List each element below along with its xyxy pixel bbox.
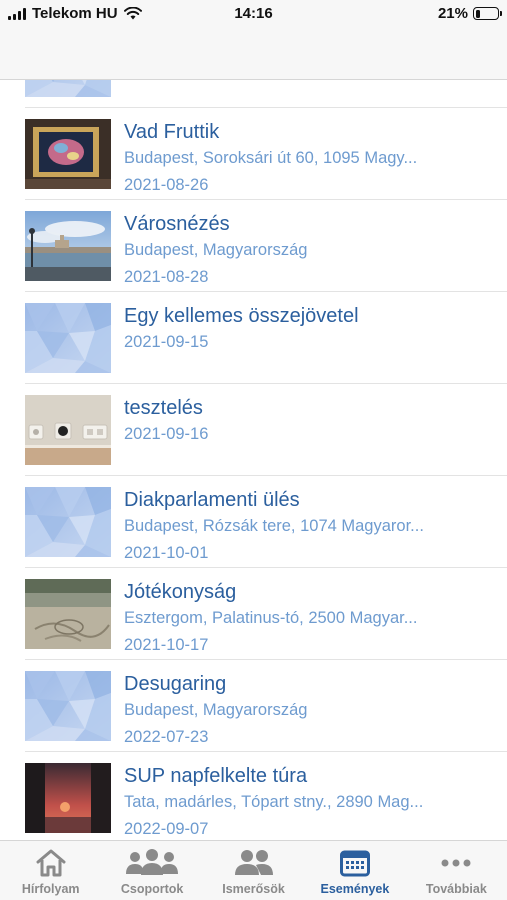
event-thumbnail-photo xyxy=(25,395,111,465)
event-thumbnail-placeholder xyxy=(25,487,111,557)
event-thumbnail-placeholder xyxy=(25,671,111,741)
event-title: Diakparlamenti ülés xyxy=(124,489,300,511)
event-thumbnail-photo xyxy=(25,211,111,281)
event-row-egy-kellemes-osszejovetel[interactable]: Egy kellemes összejövetel 2021-09-15 xyxy=(0,292,507,384)
event-row[interactable] xyxy=(0,80,507,108)
more-icon xyxy=(441,848,471,878)
event-date: 2021-08-26 xyxy=(124,176,209,194)
tab-label: Hírfolyam xyxy=(21,882,80,896)
event-date: 2021-09-16 xyxy=(124,425,209,443)
event-thumbnail-placeholder xyxy=(25,80,111,97)
event-thumbnail-photo xyxy=(25,119,111,189)
tab-csoportok[interactable]: Csoportok xyxy=(101,841,202,900)
tab-label: Ismerősök xyxy=(222,882,285,896)
battery-info: 21% xyxy=(437,5,502,22)
event-row-desugaring[interactable]: Desugaring Budapest, Magyarország 2022-0… xyxy=(0,660,507,752)
event-title: tesztelés xyxy=(124,397,203,419)
event-list[interactable]: Vad Fruttik Budapest, Soroksári út 60, 1… xyxy=(0,80,507,840)
home-icon xyxy=(34,848,68,878)
event-location: Tata, madárles, Tópart stny., 2890 Mag..… xyxy=(124,793,424,811)
event-thumbnail-photo xyxy=(25,763,111,833)
event-row-teszteles[interactable]: tesztelés 2021-09-16 xyxy=(0,384,507,476)
groups-icon xyxy=(125,848,179,878)
event-row-jotekonysag[interactable]: Jótékonyság Esztergom, Palatinus-tó, 250… xyxy=(0,568,507,660)
event-row-vad-fruttik[interactable]: Vad Fruttik Budapest, Soroksári út 60, 1… xyxy=(0,108,507,200)
event-title: SUP napfelkelte túra xyxy=(124,765,308,787)
event-location: Budapest, Soroksári út 60, 1095 Magy... xyxy=(124,149,418,167)
calendar-icon xyxy=(339,848,370,878)
event-date: 2021-08-28 xyxy=(124,268,209,286)
event-title: Vad Fruttik xyxy=(124,121,220,143)
tab-hirfolyam[interactable]: Hírfolyam xyxy=(0,841,101,900)
event-date: 2022-07-23 xyxy=(124,728,209,746)
friends-icon xyxy=(234,848,274,878)
event-date: 2021-10-01 xyxy=(124,544,209,562)
event-location: Budapest, Magyarország xyxy=(124,241,308,259)
event-date: 2021-10-17 xyxy=(124,636,209,654)
status-bar: Telekom HU 14:16 21% xyxy=(0,0,507,28)
battery-level xyxy=(475,9,480,18)
tab-label: Események xyxy=(320,882,390,896)
tab-bar: Hírfolyam Csoportok Ismerősök Események … xyxy=(0,840,507,900)
event-title: Egy kellemes összejövetel xyxy=(124,305,359,327)
tab-label: Továbbiak xyxy=(425,882,487,896)
event-title: Jótékonyság xyxy=(124,581,237,603)
tab-ismerosok[interactable]: Ismerősök xyxy=(203,841,304,900)
navigation-header xyxy=(0,28,507,80)
event-date: 2021-09-15 xyxy=(124,333,209,351)
clock: 14:16 xyxy=(234,5,273,22)
event-location: Budapest, Rózsák tere, 1074 Magyaror... xyxy=(124,517,424,535)
event-row-sup-napfelkelte-tura[interactable]: SUP napfelkelte túra Tata, madárles, Tóp… xyxy=(0,752,507,840)
event-location: Esztergom, Palatinus-tó, 2500 Magyar... xyxy=(124,609,418,627)
event-thumbnail-placeholder xyxy=(25,303,111,373)
event-row-varosnezes[interactable]: Városnézés Budapest, Magyarország 2021-0… xyxy=(0,200,507,292)
battery-icon xyxy=(473,7,502,20)
event-thumbnail-photo xyxy=(25,579,111,649)
battery-percent: 21% xyxy=(437,5,468,22)
tab-label: Csoportok xyxy=(120,882,184,896)
tab-tovabbiak[interactable]: Továbbiak xyxy=(406,841,507,900)
event-title: Városnézés xyxy=(124,213,230,235)
event-date: 2022-09-07 xyxy=(124,820,209,838)
event-location: Budapest, Magyarország xyxy=(124,701,308,719)
event-row-diakparlamenti-ules[interactable]: Diakparlamenti ülés Budapest, Rózsák ter… xyxy=(0,476,507,568)
tab-esemenyek[interactable]: Események xyxy=(304,841,405,900)
event-title: Desugaring xyxy=(124,673,227,695)
